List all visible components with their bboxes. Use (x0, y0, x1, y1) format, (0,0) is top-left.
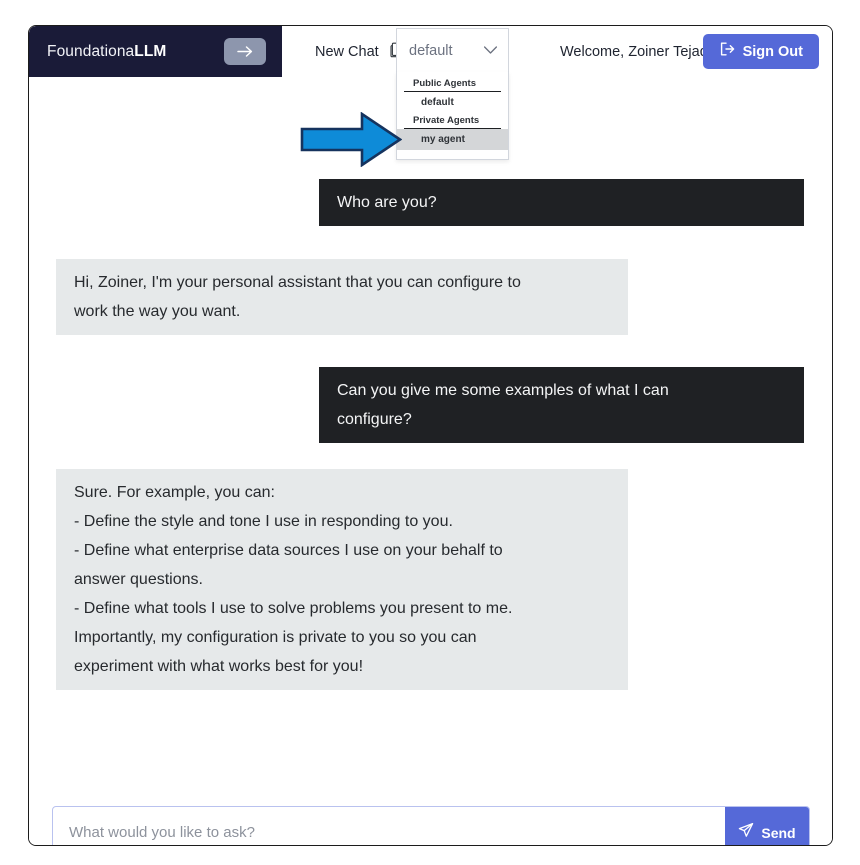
sign-out-button[interactable]: Sign Out (702, 34, 819, 69)
app-logo: FoundationaLLM (47, 43, 166, 61)
agent-option-my-agent[interactable]: my agent (397, 129, 508, 150)
agent-group-label-private: Private Agents (404, 113, 501, 129)
message-line: Can you give me some examples of what I … (337, 382, 669, 399)
arrow-right-icon (236, 44, 255, 59)
logout-icon (719, 41, 736, 62)
message-line: Importantly, my configuration is private… (74, 629, 477, 646)
header-right-region: New Chat default Public Agents default P… (282, 26, 832, 160)
brand-prefix: Foundationa (47, 42, 135, 60)
agent-dropdown-menu: Public Agents default Private Agents my … (396, 72, 509, 160)
chat-message-row: Can you give me some examples of what I … (29, 367, 832, 443)
chat-message-list: Who are you? Hi, Zoiner, I'm your person… (29, 179, 832, 845)
app-header: FoundationaLLM New Chat default Public A… (29, 26, 832, 160)
annotation-arrow-icon (300, 112, 402, 167)
agent-option-default[interactable]: default (397, 92, 508, 113)
agent-selector: default Public Agents default Private Ag… (396, 28, 509, 160)
user-message-bubble: Who are you? (319, 179, 804, 226)
brand-suffix: LLM (134, 42, 167, 60)
sign-out-label: Sign Out (742, 43, 803, 60)
app-window: FoundationaLLM New Chat default Public A… (28, 25, 833, 846)
sidebar-toggle-button[interactable] (224, 38, 266, 65)
new-chat-button[interactable]: New Chat (315, 41, 405, 63)
message-line: - Define what enterprise data sources I … (74, 542, 503, 559)
chat-message-row: Sure. For example, you can: - Define the… (29, 469, 832, 690)
message-line: - Define what tools I use to solve probl… (74, 600, 513, 617)
chevron-down-icon[interactable] (483, 42, 498, 60)
welcome-message: Welcome, Zoiner Tejada (560, 43, 716, 60)
user-message-bubble: Can you give me some examples of what I … (319, 367, 804, 443)
chat-message-row: Who are you? (29, 179, 832, 226)
message-line: Who are you? (337, 194, 437, 211)
agent-select-trigger[interactable]: default (396, 28, 509, 72)
send-label: Send (761, 824, 796, 841)
chat-input[interactable] (53, 807, 725, 845)
agent-group-label-public: Public Agents (404, 76, 501, 92)
new-chat-label: New Chat (315, 43, 379, 60)
assistant-message-bubble: Sure. For example, you can: - Define the… (56, 469, 628, 690)
message-composer: Send (52, 806, 810, 845)
message-line: - Define the style and tone I use in res… (74, 513, 453, 530)
message-line: work the way you want. (74, 303, 241, 320)
assistant-message-bubble: Hi, Zoiner, I'm your personal assistant … (56, 259, 628, 335)
agent-select-value: default (409, 42, 453, 59)
message-line: Hi, Zoiner, I'm your personal assistant … (74, 274, 521, 291)
message-line: Sure. For example, you can: (74, 484, 275, 501)
paper-plane-icon (738, 822, 754, 843)
message-line: experiment with what works best for you! (74, 658, 364, 675)
message-line: answer questions. (74, 571, 203, 588)
chat-message-row: Hi, Zoiner, I'm your personal assistant … (29, 259, 832, 335)
message-line: configure? (337, 411, 412, 428)
send-button[interactable]: Send (725, 807, 809, 845)
brand-bar: FoundationaLLM (29, 26, 282, 77)
